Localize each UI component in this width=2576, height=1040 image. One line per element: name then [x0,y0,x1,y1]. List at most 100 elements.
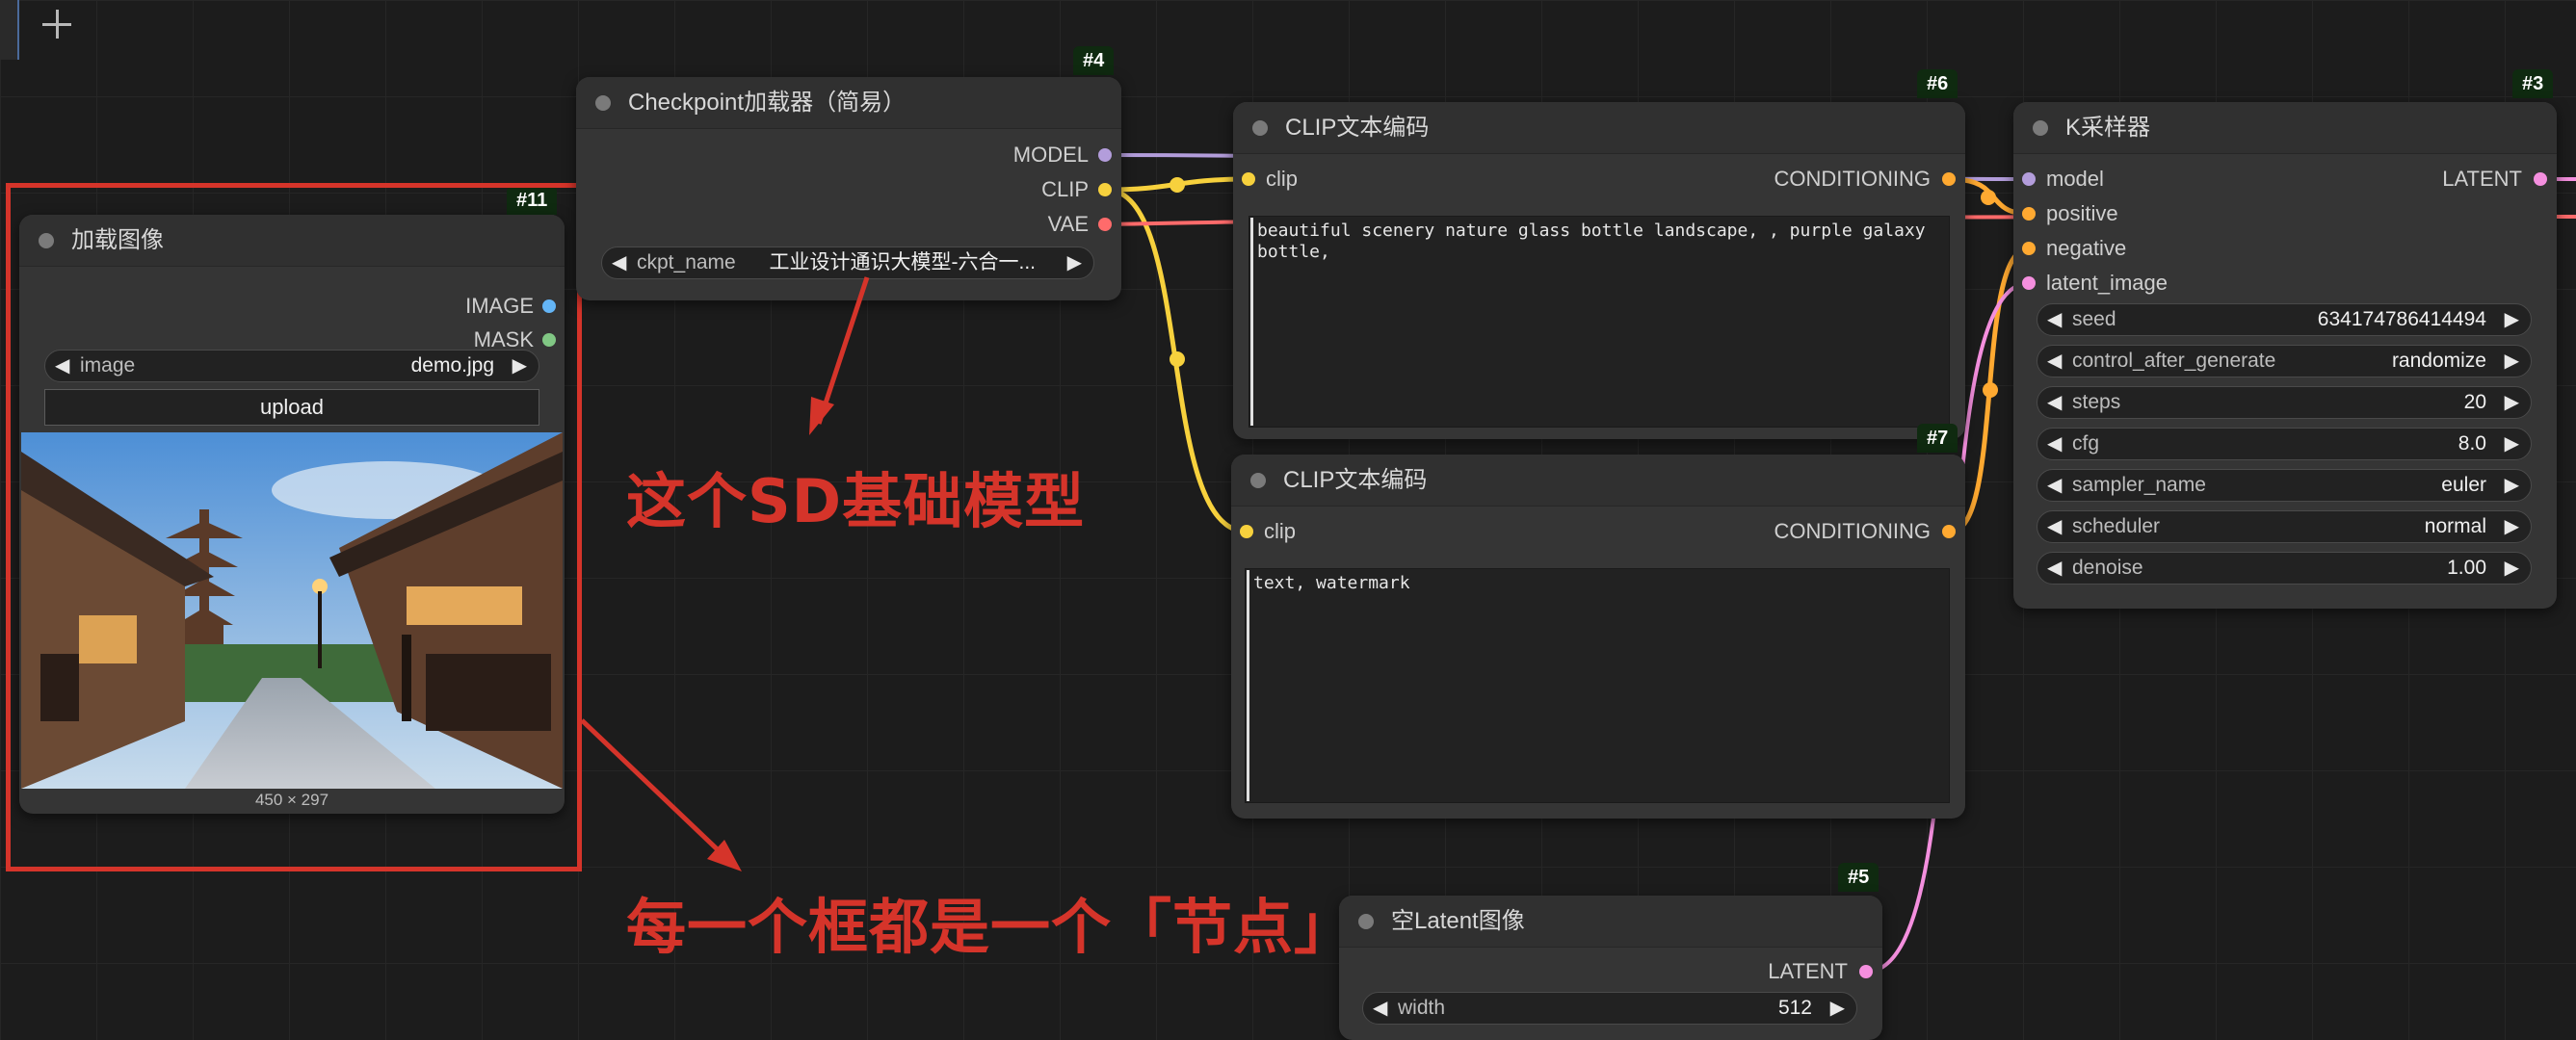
output-label-conditioning: CONDITIONING [1774,167,1931,191]
seed-widget[interactable]: ◀ seed 634174786414494 ▶ [2037,303,2532,336]
input-port-positive[interactable] [2022,207,2036,221]
node-title-bar[interactable]: CLIP文本编码 [1231,455,1965,507]
widget-value: randomize [2391,350,2486,372]
output-port-clip[interactable] [1098,183,1112,196]
decrement-arrow-icon[interactable]: ◀ [2047,553,2062,584]
wire-reroute-dot [1170,177,1185,193]
decrement-arrow-icon[interactable]: ◀ [2047,470,2062,501]
output-port-latent[interactable] [2534,172,2547,186]
clip-text-encode-positive-node[interactable]: CLIP文本编码 clip CONDITIONING beautiful sce… [1233,102,1965,439]
output-label-vae: VAE [1047,212,1089,236]
node-title: 空Latent图像 [1391,908,1525,934]
wire-clip-pos [1105,176,1249,193]
input-label-positive: positive [2046,201,2118,225]
node-title: Checkpoint加载器（简易） [628,90,907,116]
widget-value: 512 [1777,997,1812,1019]
sampler-name-widget[interactable]: ◀ sampler_name euler ▶ [2037,469,2532,502]
arrowhead-icon [707,840,742,871]
widget-value: normal [2424,515,2486,537]
increment-arrow-icon[interactable]: ▶ [2505,470,2519,501]
increment-arrow-icon[interactable]: ▶ [2505,346,2519,377]
prompt-textarea[interactable]: beautiful scenery nature glass bottle la… [1249,216,1950,428]
empty-latent-image-node[interactable]: 空Latent图像 LATENT ◀ width 512 ▶ [1339,896,1882,1040]
output-port-conditioning[interactable] [1942,525,1956,538]
output-port-conditioning[interactable] [1942,172,1956,186]
input-label-negative: negative [2046,236,2127,260]
steps-widget[interactable]: ◀ steps 20 ▶ [2037,386,2532,419]
decrement-arrow-icon[interactable]: ◀ [612,247,626,278]
node-title: CLIP文本编码 [1283,467,1428,493]
wire-reroute-dot [1170,351,1185,367]
wire-clip-neg [1105,187,1248,534]
widget-value: 634174786414494 [2317,308,2486,330]
input-port-negative[interactable] [2022,242,2036,255]
annotation-sd-model: 这个SD基础模型 [626,466,1086,536]
increment-arrow-icon[interactable]: ▶ [2505,387,2519,418]
increment-arrow-icon[interactable]: ▶ [2505,511,2519,542]
collapse-dot[interactable] [595,95,611,111]
collapse-dot[interactable] [2033,120,2048,136]
increment-arrow-icon[interactable]: ▶ [2505,304,2519,335]
input-label-latent-image: latent_image [2046,271,2168,295]
scheduler-widget[interactable]: ◀ scheduler normal ▶ [2037,510,2532,543]
node-title: K采样器 [2065,115,2151,141]
cfg-widget[interactable]: ◀ cfg 8.0 ▶ [2037,428,2532,460]
input-port-model[interactable] [2022,172,2036,186]
decrement-arrow-icon[interactable]: ◀ [2047,304,2062,335]
widget-label: scheduler [2072,515,2161,537]
output-label-model: MODEL [1012,143,1089,167]
ksampler-node[interactable]: K采样器 model positive negative latent_imag… [2013,102,2557,609]
prompt-textarea[interactable]: text, watermark [1245,568,1950,803]
widget-label: denoise [2072,557,2143,579]
ckpt-name-widget[interactable]: ◀ ckpt_name 工业设计通识大模型-六合一... ▶ [601,247,1094,279]
widget-label: steps [2072,391,2121,413]
denoise-widget[interactable]: ◀ denoise 1.00 ▶ [2037,552,2532,585]
widget-value: 1.00 [2447,557,2486,579]
output-port-model[interactable] [1098,148,1112,162]
output-label-latent: LATENT [1768,959,1848,983]
annotation-arrow [580,718,729,861]
wire-reroute-dot [1983,382,1998,398]
output-port-vae[interactable] [1098,218,1112,231]
width-widget[interactable]: ◀ width 512 ▶ [1362,992,1857,1025]
increment-arrow-icon[interactable]: ▶ [2505,553,2519,584]
increment-arrow-icon[interactable]: ▶ [2505,429,2519,459]
node-title-bar[interactable]: 空Latent图像 [1339,896,1882,948]
arrowhead-icon [809,397,834,435]
node-title-bar[interactable]: K采样器 [2013,102,2557,154]
decrement-arrow-icon[interactable]: ◀ [2047,511,2062,542]
increment-arrow-icon[interactable]: ▶ [1830,993,1845,1024]
control-after-generate-widget[interactable]: ◀ control_after_generate randomize ▶ [2037,345,2532,377]
collapse-dot[interactable] [1250,473,1266,488]
decrement-arrow-icon[interactable]: ◀ [1373,993,1387,1024]
decrement-arrow-icon[interactable]: ◀ [2047,387,2062,418]
input-port-clip[interactable] [1240,525,1253,538]
text-caret [1247,570,1249,801]
node-id-badge: #4 [1073,46,1115,75]
clip-text-encode-negative-node[interactable]: CLIP文本编码 clip CONDITIONING text, waterma… [1231,455,1965,819]
collapse-dot[interactable] [1252,120,1268,136]
input-port-clip[interactable] [1242,172,1255,186]
widget-value: 工业设计通识大模型-六合一... [769,251,1037,273]
increment-arrow-icon[interactable]: ▶ [1067,247,1082,278]
node-title-bar[interactable]: CLIP文本编码 [1233,102,1965,154]
sidebar-edge[interactable] [0,0,19,60]
node-canvas[interactable]: #11 加载图像 IMAGE MASK ◀ image demo.jpg ▶ u… [0,0,2576,1040]
input-port-latent-image[interactable] [2022,276,2036,290]
node-id-badge: #6 [1917,69,1958,98]
decrement-arrow-icon[interactable]: ◀ [2047,429,2062,459]
node-id-badge: #7 [1917,424,1958,453]
node-id-badge: #5 [1838,863,1879,892]
plus-icon[interactable] [39,6,77,44]
decrement-arrow-icon[interactable]: ◀ [2047,346,2062,377]
widget-label: ckpt_name [637,251,736,273]
node-title-bar[interactable]: Checkpoint加载器（简易） [576,77,1121,129]
output-port-latent[interactable] [1859,965,1873,978]
input-label-clip: clip [1266,167,1299,191]
node-id-badge: #3 [2512,69,2554,98]
widget-label: width [1398,997,1446,1019]
checkpoint-loader-node[interactable]: Checkpoint加载器（简易） MODEL CLIP VAE ◀ ckpt_… [576,77,1121,300]
widget-label: control_after_generate [2072,350,2276,372]
output-label-conditioning: CONDITIONING [1774,519,1931,543]
collapse-dot[interactable] [1358,914,1374,929]
